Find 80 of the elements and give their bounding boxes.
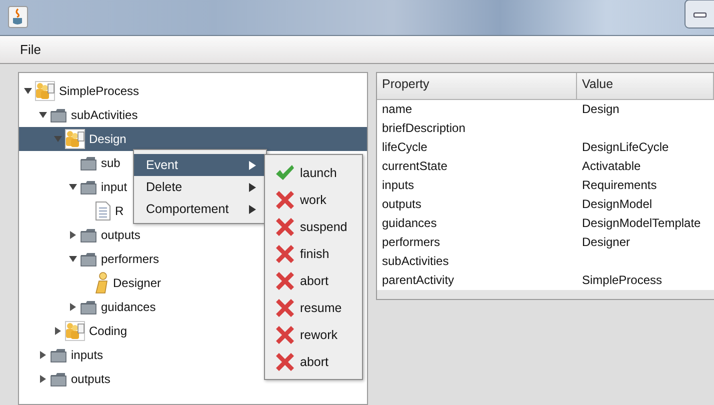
tree-node[interactable]: sub — [101, 156, 120, 170]
collapsed-arrow-icon[interactable] — [39, 351, 47, 359]
expanded-arrow-icon[interactable] — [69, 183, 77, 191]
table-cell-text: currentState — [381, 158, 448, 175]
cross-icon — [275, 216, 295, 236]
tree-node[interactable]: SimpleProcess — [59, 84, 140, 98]
column-header[interactable]: Property — [377, 73, 577, 100]
cross-icon — [275, 352, 295, 372]
document-icon — [95, 201, 111, 221]
tree-node[interactable]: Designer — [113, 276, 162, 290]
process-icon — [65, 321, 85, 341]
table-cell-text: DesignModelTemplate — [581, 215, 702, 232]
expanded-arrow-icon[interactable] — [39, 111, 47, 119]
table-cell-text: SimpleProcess — [581, 272, 664, 289]
menu-item[interactable]: Event — [134, 154, 266, 176]
menu-item[interactable]: Delete — [134, 176, 266, 198]
person-icon — [95, 272, 109, 294]
collapsed-arrow-icon[interactable] — [69, 231, 77, 239]
submenu-arrow-icon — [249, 204, 256, 214]
tree-node[interactable]: outputs — [101, 228, 140, 242]
table-cell-text: Design — [581, 101, 620, 118]
collapsed-arrow-icon[interactable] — [69, 303, 77, 311]
check-icon — [275, 164, 295, 182]
tree-node[interactable]: Design — [89, 132, 126, 146]
table-cell-text: guidances — [381, 215, 438, 232]
collapsed-arrow-icon[interactable] — [54, 327, 62, 335]
table-cell-text: subActivities — [381, 253, 450, 270]
menu-item[interactable]: work — [265, 186, 362, 213]
menu-item[interactable]: abort — [265, 267, 362, 294]
expanded-arrow-icon[interactable] — [24, 87, 32, 95]
folder-icon — [80, 156, 97, 170]
expanded-arrow-icon[interactable] — [69, 255, 77, 263]
folder-icon — [50, 108, 67, 122]
tree-node[interactable]: R — [115, 204, 124, 218]
table-cell-text: Requirements — [581, 177, 658, 194]
submenu-arrow-icon — [249, 182, 256, 192]
table-cell-text: DesignLifeCycle — [581, 139, 670, 156]
table-cell-text: DesignModel — [581, 196, 654, 213]
table-cell-text: performers — [381, 234, 442, 251]
folder-icon — [50, 372, 67, 386]
tree-node[interactable]: inputs — [71, 348, 104, 362]
cross-icon — [275, 298, 295, 318]
tree-node[interactable]: Coding — [89, 324, 128, 338]
menu-item[interactable]: finish — [265, 240, 362, 267]
menu-item[interactable]: Comportement — [134, 198, 266, 220]
menu-item[interactable]: suspend — [265, 213, 362, 240]
table-cell-text: Designer — [581, 234, 632, 251]
menu-item[interactable]: rework — [265, 321, 362, 348]
table-cell-text: lifeCycle — [381, 139, 428, 156]
tree-node[interactable]: guidances — [101, 300, 156, 314]
menu-item[interactable]: resume — [265, 294, 362, 321]
folder-icon — [80, 252, 97, 266]
cross-icon — [275, 190, 295, 210]
menu-item[interactable]: abort — [265, 348, 362, 375]
tree-node[interactable]: input — [101, 180, 128, 194]
cross-icon — [275, 244, 295, 264]
tree-node[interactable]: subActivities — [71, 108, 138, 122]
table-cell-text: outputs — [381, 196, 422, 213]
cross-icon — [275, 324, 295, 344]
process-icon — [65, 129, 85, 149]
minimize-button[interactable] — [684, 0, 714, 30]
table-cell-text: name — [381, 101, 414, 118]
column-header[interactable]: Value — [577, 73, 714, 100]
table-cell-text: parentActivity — [381, 272, 456, 289]
menu-item[interactable]: launch — [265, 159, 362, 186]
folder-icon — [80, 180, 97, 194]
folder-icon — [80, 228, 97, 242]
process-icon — [35, 81, 55, 101]
table-cell-text: briefDescription — [381, 120, 466, 137]
folder-icon — [50, 348, 67, 362]
file-menu[interactable]: File — [12, 40, 49, 59]
java-cup-icon — [8, 6, 28, 28]
collapsed-arrow-icon[interactable] — [39, 375, 47, 383]
folder-icon — [80, 300, 97, 314]
submenu-arrow-icon — [249, 160, 256, 170]
cross-icon — [275, 270, 295, 290]
table-cell-text: inputs — [381, 177, 416, 194]
tree-node[interactable]: performers — [101, 252, 160, 266]
tree-node[interactable]: outputs — [71, 372, 110, 386]
table-cell-text: Activatable — [581, 158, 642, 175]
